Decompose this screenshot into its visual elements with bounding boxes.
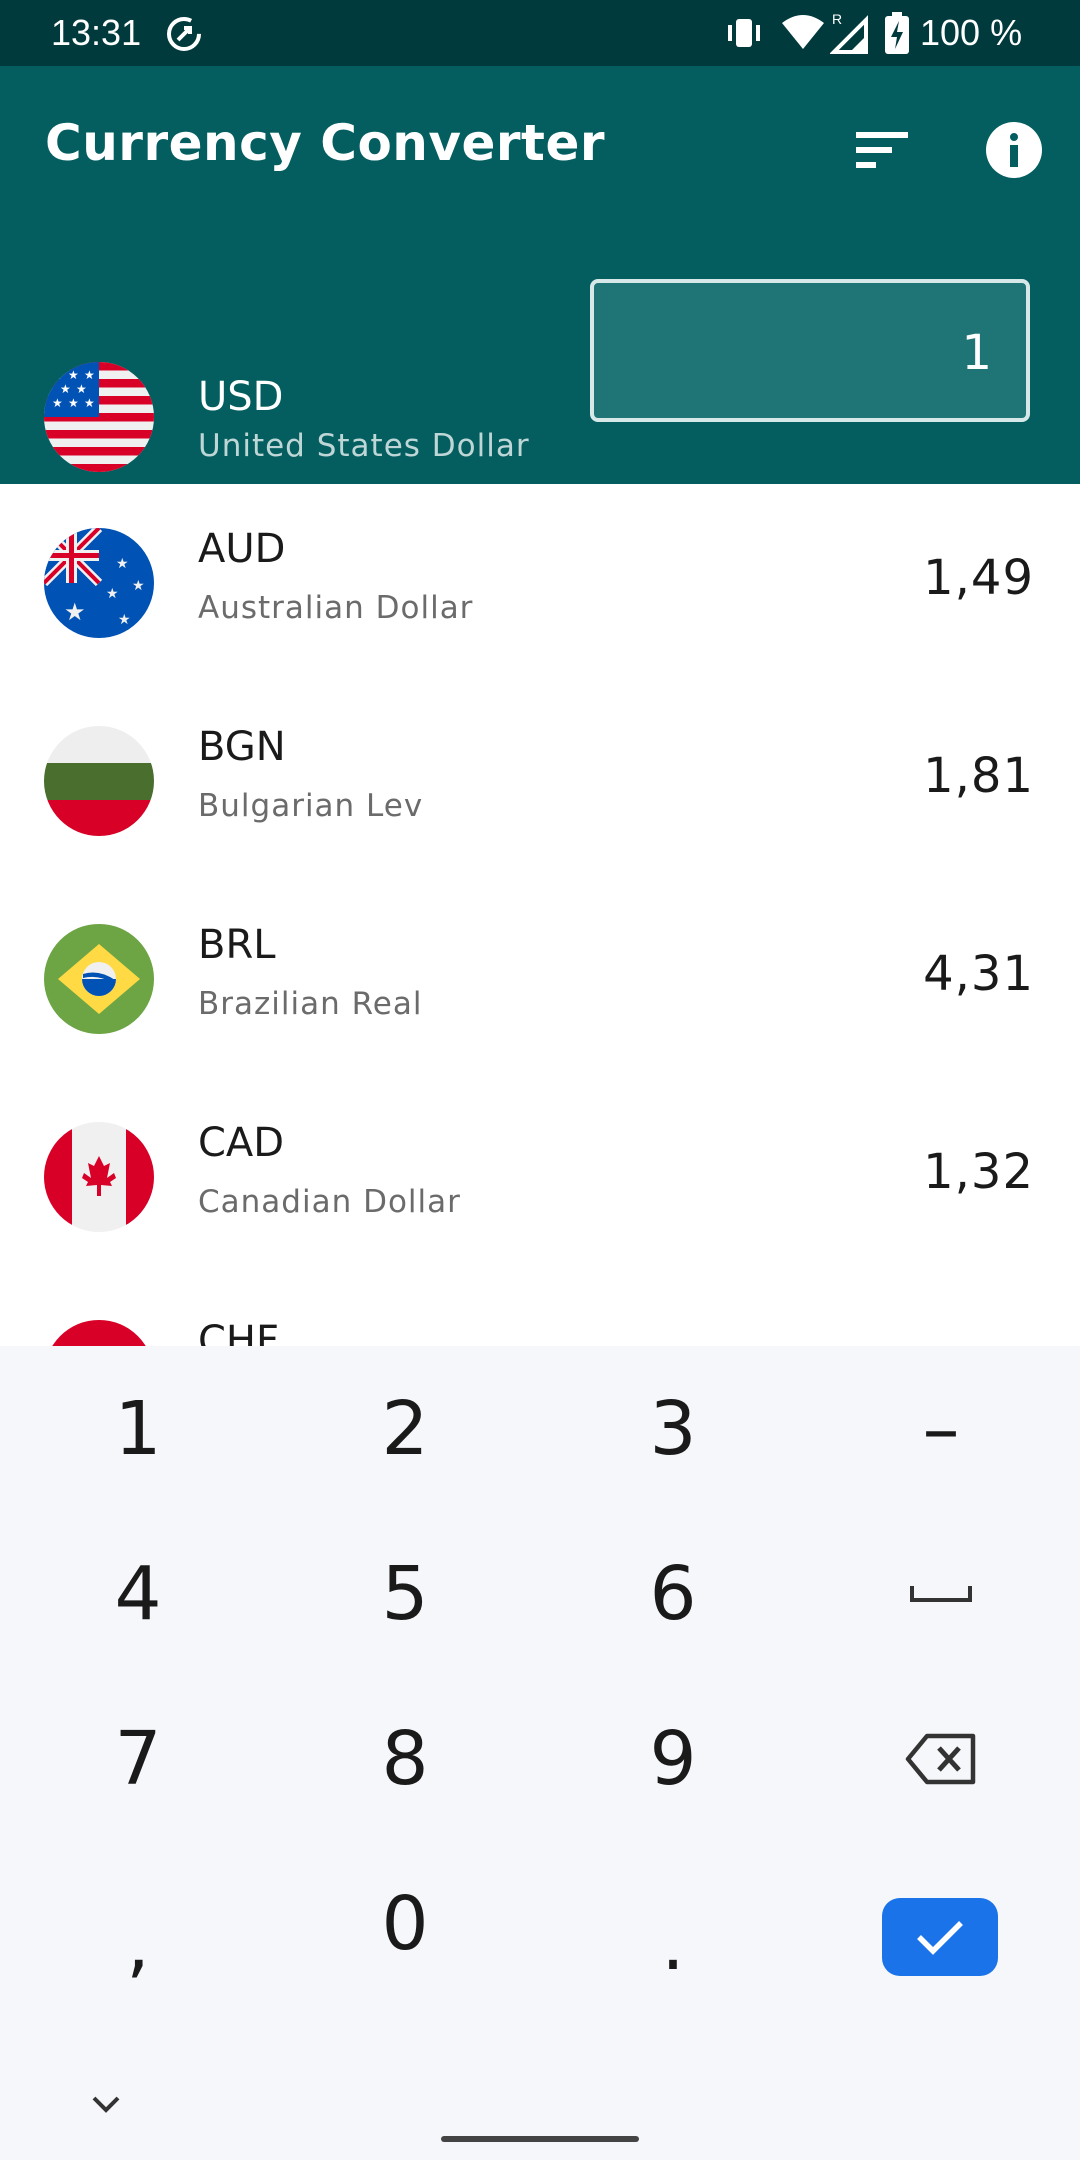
battery-charging-icon — [885, 12, 909, 54]
key-space[interactable] — [806, 1511, 1076, 1676]
key-2[interactable]: 2 — [270, 1346, 540, 1511]
app-bar: Currency Converter ★ ★ ★ ★ ★ ★ ★ ★ USD U… — [0, 66, 1080, 484]
key-7[interactable]: 7 — [3, 1676, 273, 1841]
key-minus[interactable]: – — [806, 1346, 1076, 1511]
svg-text:★: ★ — [68, 368, 79, 382]
key-period[interactable]: . — [538, 1841, 808, 2026]
currency-name: Canadian Dollar — [198, 1184, 461, 1220]
currency-name: Bulgarian Lev — [198, 788, 424, 824]
bg-flag-icon — [44, 726, 154, 836]
currency-value: 1,81 — [923, 748, 1034, 804]
ch-flag-icon — [44, 1320, 154, 1346]
wifi-icon — [782, 15, 824, 49]
currency-name: Brazilian Real — [198, 986, 423, 1022]
currency-code: BRL — [198, 922, 276, 968]
key-0[interactable]: 0 — [270, 1841, 540, 2006]
svg-text:★: ★ — [84, 368, 95, 382]
signal-roaming-icon: R — [830, 11, 868, 54]
svg-text:★: ★ — [52, 368, 63, 382]
au-flag-icon: ★ ★ ★ ★ ★ — [44, 528, 154, 638]
done-button[interactable] — [882, 1898, 998, 1976]
svg-text:★: ★ — [132, 578, 145, 594]
info-icon[interactable] — [980, 116, 1048, 184]
svg-text:★: ★ — [68, 396, 79, 410]
key-comma[interactable]: , — [3, 1841, 273, 2026]
battery-percentage: 100 % — [920, 12, 1023, 53]
currency-row-brl[interactable]: BRL Brazilian Real 4,31 — [0, 880, 1080, 1078]
svg-text:★: ★ — [52, 396, 63, 410]
currency-row-chf[interactable]: CHF — [0, 1276, 1080, 1346]
currency-row-bgn[interactable]: BGN Bulgarian Lev 1,81 — [0, 682, 1080, 880]
app-title: Currency Converter — [45, 114, 606, 172]
svg-text:★: ★ — [116, 556, 129, 572]
key-9[interactable]: 9 — [538, 1676, 808, 1841]
sort-icon[interactable] — [850, 118, 914, 182]
status-bar: 13:31 R 100 % — [0, 0, 1080, 66]
base-currency-code: USD — [198, 374, 284, 420]
numeric-keyboard: 1 2 3 – 4 5 6 7 8 9 , 0 . — [0, 1346, 1080, 2160]
svg-text:★: ★ — [64, 598, 86, 626]
currency-code: CAD — [198, 1120, 285, 1166]
key-3[interactable]: 3 — [538, 1346, 808, 1511]
backspace-icon — [905, 1733, 976, 1784]
svg-text:★: ★ — [84, 396, 95, 410]
vibrate-icon — [728, 19, 760, 47]
key-backspace[interactable] — [806, 1676, 1076, 1841]
data-saver-icon — [167, 17, 201, 51]
svg-text:★: ★ — [106, 586, 119, 602]
currency-list: ★ ★ ★ ★ ★ AUD Australian Dollar 1,49 BGN… — [0, 484, 1080, 1346]
ca-flag-icon — [44, 1122, 154, 1232]
br-flag-icon — [44, 924, 154, 1034]
key-1[interactable]: 1 — [3, 1346, 273, 1511]
svg-text:★: ★ — [76, 382, 87, 396]
base-currency-name: United States Dollar — [198, 428, 530, 464]
home-indicator[interactable] — [441, 2136, 639, 2142]
us-flag-icon: ★ ★ ★ ★ ★ ★ ★ ★ — [44, 362, 154, 472]
amount-input[interactable]: 1 — [590, 279, 1030, 422]
key-4[interactable]: 4 — [3, 1511, 273, 1676]
status-time: 13:31 — [51, 12, 142, 53]
currency-code: AUD — [198, 526, 286, 572]
currency-value: 4,31 — [923, 946, 1034, 1002]
svg-text:★: ★ — [118, 612, 131, 628]
currency-row-aud[interactable]: ★ ★ ★ ★ ★ AUD Australian Dollar 1,49 — [0, 484, 1080, 682]
currency-code: CHF — [198, 1318, 280, 1346]
svg-text:★: ★ — [60, 382, 71, 396]
currency-value: 1,49 — [923, 550, 1034, 606]
currency-code: BGN — [198, 724, 286, 770]
space-icon — [910, 1585, 972, 1602]
currency-name: Australian Dollar — [198, 590, 474, 626]
key-8[interactable]: 8 — [270, 1676, 540, 1841]
chevron-down-icon[interactable] — [86, 2084, 126, 2124]
key-5[interactable]: 5 — [270, 1511, 540, 1676]
currency-value: 1,32 — [923, 1144, 1034, 1200]
key-6[interactable]: 6 — [538, 1511, 808, 1676]
svg-text:R: R — [832, 11, 842, 27]
checkmark-icon — [917, 1921, 963, 1955]
currency-row-cad[interactable]: CAD Canadian Dollar 1,32 — [0, 1078, 1080, 1276]
